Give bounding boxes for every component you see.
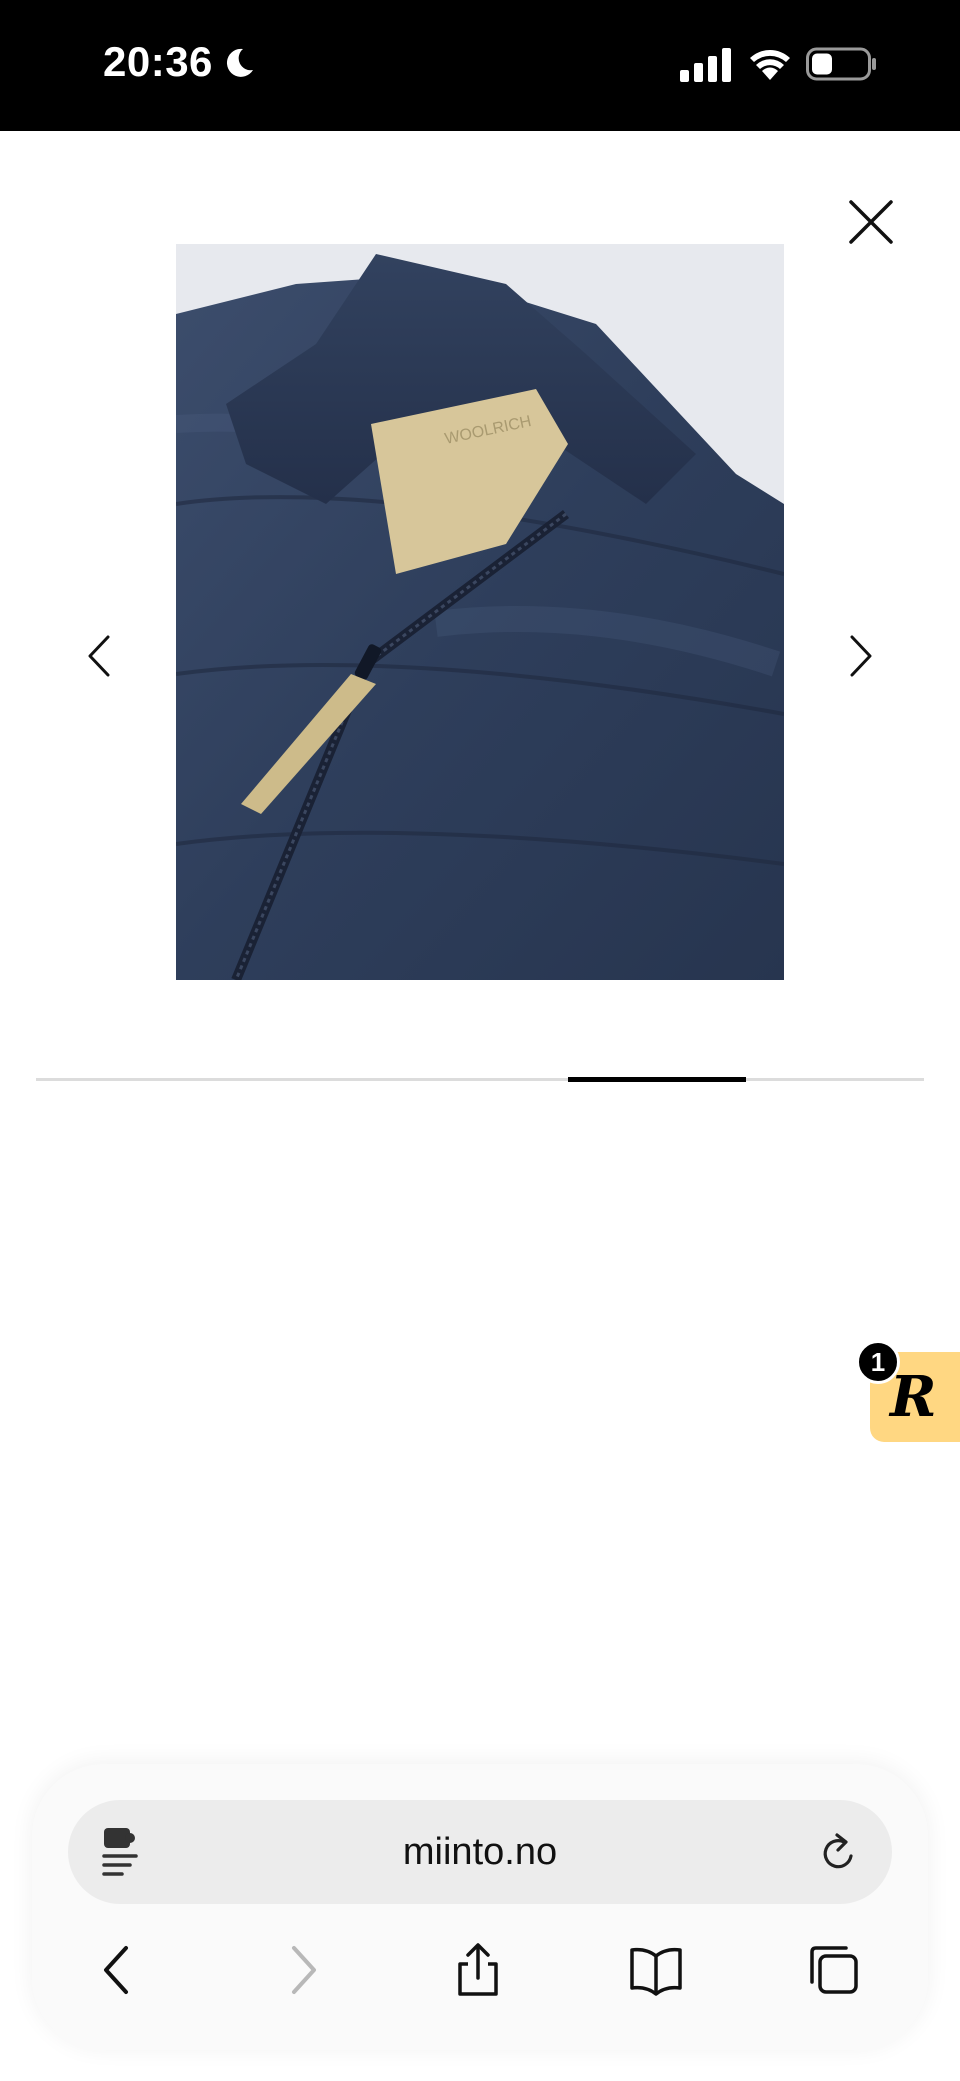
wifi-icon — [750, 50, 790, 80]
signal-icon — [680, 48, 731, 82]
reload-icon[interactable] — [818, 1830, 860, 1876]
moon-icon — [226, 48, 253, 77]
status-time: 20:36 — [103, 38, 213, 85]
extension-icon[interactable] — [100, 1826, 142, 1878]
slide-progress-indicator — [568, 1077, 746, 1082]
slide-progress-track[interactable] — [36, 1078, 924, 1081]
page: 20:36 WOOLRICH R 1 miinto.no — [0, 0, 960, 2081]
rewards-notification-badge: 1 — [856, 1340, 900, 1384]
status-bar: 20:36 — [0, 0, 960, 131]
back-icon[interactable] — [90, 1942, 146, 1998]
chevron-right-icon[interactable] — [842, 631, 882, 681]
jacket-illustration: WOOLRICH — [176, 254, 784, 980]
close-button[interactable] — [845, 196, 897, 248]
battery-icon — [806, 47, 876, 81]
rewards-logo-letter: R — [890, 1364, 937, 1430]
share-icon[interactable] — [450, 1942, 506, 1998]
address-bar-url: miinto.no — [402, 1831, 558, 1873]
bookmarks-icon[interactable] — [628, 1942, 684, 1998]
tabs-icon[interactable] — [806, 1942, 862, 1998]
product-image[interactable]: WOOLRICH — [176, 244, 784, 980]
forward-icon[interactable] — [274, 1942, 330, 1998]
chevron-left-icon[interactable] — [78, 631, 118, 681]
